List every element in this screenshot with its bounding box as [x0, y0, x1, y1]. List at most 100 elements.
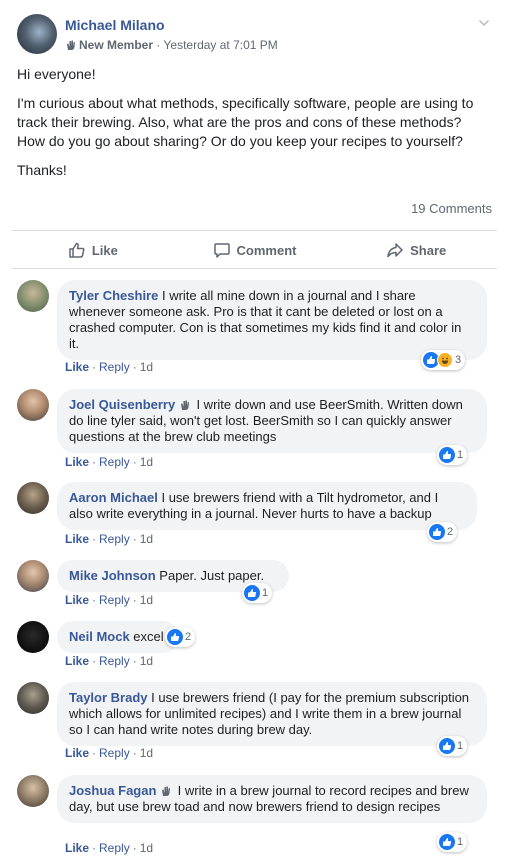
post-time[interactable]: Yesterday at 7:01 PM — [164, 38, 278, 52]
comment-age[interactable]: 1d — [140, 654, 153, 668]
comment-reply-link[interactable]: Reply — [99, 532, 130, 546]
comment-bubble: Tyler Cheshire I write all mine down in … — [57, 280, 487, 360]
reaction-count[interactable]: 2 — [427, 522, 458, 542]
commenter-avatar[interactable] — [17, 621, 49, 653]
reaction-count-value: 1 — [457, 740, 464, 752]
commenter-avatar[interactable] — [17, 560, 49, 592]
like-reaction-icon — [244, 585, 260, 601]
comment-bubble: Neil Mock excel — [57, 621, 179, 653]
reaction-count-value: 3 — [455, 354, 462, 366]
commenter-name[interactable]: Joshua Fagan — [69, 783, 156, 798]
comment-text: Paper. Just paper. — [155, 568, 265, 583]
commenter-avatar[interactable] — [17, 775, 49, 807]
comment-reply-link[interactable]: Reply — [99, 746, 130, 760]
like-reaction-icon — [429, 524, 445, 540]
comment-bubble: Joel Quisenberry I write down and use Be… — [57, 389, 487, 453]
comment-like-link[interactable]: Like — [65, 654, 89, 668]
commenter-name[interactable]: Joel Quisenberry — [69, 397, 175, 412]
comment-button-label: Comment — [236, 242, 297, 258]
comment: Aaron Michael I use brewers friend with … — [17, 482, 497, 546]
comment-like-link[interactable]: Like — [65, 532, 89, 546]
meta-separator: · — [156, 38, 161, 52]
comment-bubble: Joshua Fagan I write in a brew journal t… — [57, 775, 487, 823]
comment-text: excel — [129, 629, 164, 644]
post-paragraph: Thanks! — [17, 162, 67, 178]
comment-age[interactable]: 1d — [140, 593, 153, 607]
commenter-avatar[interactable] — [17, 280, 49, 312]
commenter-name[interactable]: Tyler Cheshire — [69, 288, 158, 303]
reaction-count[interactable]: 1 — [437, 832, 468, 852]
comment-age[interactable]: 1d — [140, 455, 153, 469]
reaction-count-value: 2 — [447, 526, 454, 538]
commenter-avatar[interactable] — [17, 482, 49, 514]
divider — [12, 268, 497, 269]
thumbs-up-icon — [69, 242, 85, 258]
comment-actions: Like · Reply · 1d — [65, 746, 154, 760]
comment-age[interactable]: 1d — [140, 360, 153, 374]
haha-reaction-icon — [437, 352, 453, 368]
comment: Taylor Brady I use brewers friend (I pay… — [17, 682, 497, 762]
post-meta: New Member · Yesterday at 7:01 PM — [65, 38, 278, 52]
commenter-avatar[interactable] — [17, 389, 49, 421]
commenter-name[interactable]: Neil Mock — [69, 629, 130, 644]
post-actions: Like Comment Share — [12, 232, 497, 268]
comment-actions: Like · Reply · 1d — [65, 532, 154, 546]
comment: Neil Mock excel 2 Like · Reply · 1d — [17, 621, 497, 669]
post-paragraph: I'm curious about what methods, specific… — [17, 95, 474, 149]
facebook-post: Michael Milano New Member · Yesterday at… — [0, 0, 509, 856]
like-reaction-icon — [439, 834, 455, 850]
comment-actions: Like · Reply · 1d — [65, 841, 154, 855]
reaction-count[interactable]: 1 — [437, 445, 468, 465]
comment-like-link[interactable]: Like — [65, 593, 89, 607]
commenter-name[interactable]: Taylor Brady — [69, 690, 148, 705]
reaction-count[interactable]: 1 — [242, 583, 273, 603]
comment-actions: Like · Reply · 1d — [65, 654, 154, 668]
comment-age[interactable]: 1d — [140, 746, 153, 760]
comment-age[interactable]: 1d — [140, 841, 153, 855]
reaction-count-value: 1 — [262, 587, 269, 599]
commenter-name[interactable]: Aaron Michael — [69, 490, 158, 505]
comment-bubble: Taylor Brady I use brewers friend (I pay… — [57, 682, 487, 746]
like-button[interactable]: Like — [12, 232, 174, 268]
share-arrow-icon — [387, 243, 403, 258]
new-member-badge: New Member — [79, 38, 154, 52]
share-button-label: Share — [410, 242, 447, 258]
comments-count-link[interactable]: 19 Comments — [411, 201, 492, 216]
new-member-wave-icon — [180, 400, 189, 410]
comment: Joshua Fagan I write in a brew journal t… — [17, 775, 497, 855]
comment: Mike Johnson Paper. Just paper. 1 Like · R… — [17, 560, 497, 608]
comment: Joel Quisenberry I write down and use Be… — [17, 389, 497, 469]
comment-reply-link[interactable]: Reply — [99, 841, 130, 855]
new-member-wave-icon — [67, 40, 75, 50]
share-button[interactable]: Share — [335, 232, 497, 268]
author-name[interactable]: Michael Milano — [65, 17, 165, 33]
comment-like-link[interactable]: Like — [65, 841, 89, 855]
comment-age[interactable]: 1d — [140, 532, 153, 546]
comment-reply-link[interactable]: Reply — [99, 455, 130, 469]
author-avatar[interactable] — [17, 14, 57, 54]
divider — [12, 230, 497, 231]
comment-like-link[interactable]: Like — [65, 360, 89, 374]
comment-actions: Like · Reply · 1d — [65, 455, 154, 469]
like-button-label: Like — [91, 242, 118, 258]
comment-reply-link[interactable]: Reply — [99, 593, 130, 607]
chevron-down-icon[interactable] — [477, 16, 491, 30]
comment-button[interactable]: Comment — [174, 232, 336, 268]
comment-like-link[interactable]: Like — [65, 746, 89, 760]
like-reaction-icon — [167, 629, 183, 645]
comment-bubble: Aaron Michael I use brewers friend with … — [57, 482, 477, 530]
comment-icon — [213, 243, 230, 258]
new-member-wave-icon — [162, 786, 171, 796]
comment-like-link[interactable]: Like — [65, 455, 89, 469]
reaction-count[interactable]: 3 — [421, 350, 466, 370]
reaction-count[interactable]: 2 — [165, 627, 196, 647]
reaction-count-value: 1 — [457, 836, 464, 848]
comment-reply-link[interactable]: Reply — [99, 654, 130, 668]
comment: Tyler Cheshire I write all mine down in … — [17, 280, 497, 376]
reaction-count[interactable]: 1 — [437, 736, 468, 756]
post-header: Michael Milano New Member · Yesterday at… — [17, 14, 497, 58]
commenter-avatar[interactable] — [17, 682, 49, 714]
comment-reply-link[interactable]: Reply — [99, 360, 130, 374]
commenter-name[interactable]: Mike Johnson — [69, 568, 156, 583]
comment-actions: Like · Reply · 1d — [65, 593, 154, 607]
